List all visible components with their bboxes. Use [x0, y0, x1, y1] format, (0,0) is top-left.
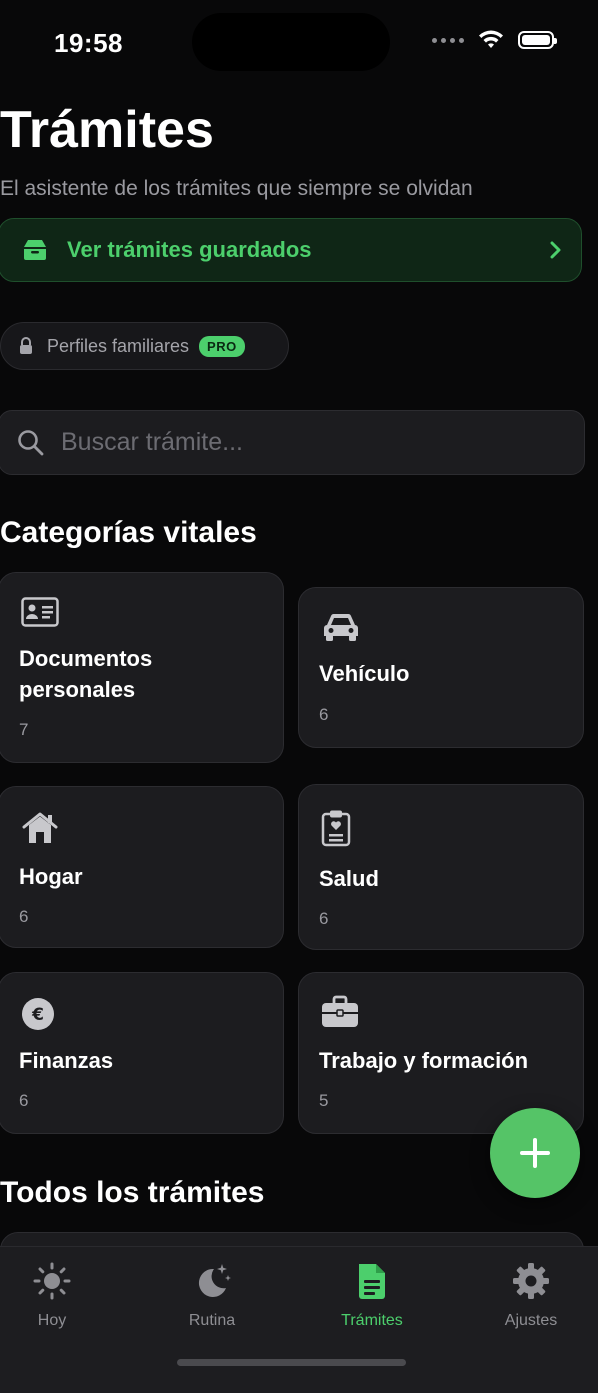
page-title: Trámites — [0, 101, 214, 159]
category-count: 5 — [319, 1091, 329, 1110]
category-name: Salud — [319, 866, 379, 891]
category-count: 7 — [19, 720, 29, 739]
lock-icon — [20, 337, 32, 354]
plus-icon — [520, 1138, 550, 1168]
tab-tramites[interactable]: Trámites — [312, 1261, 432, 1330]
battery-icon — [518, 31, 557, 49]
status-time: 19:58 — [54, 28, 123, 58]
status-icons — [432, 30, 557, 50]
tab-label: Hoy — [37, 1312, 67, 1329]
tab-rutina[interactable]: Rutina — [152, 1261, 272, 1330]
search-input[interactable] — [59, 427, 543, 458]
car-icon — [324, 613, 358, 641]
categories-title: Categorías vitales — [0, 516, 257, 549]
dynamic-island — [192, 13, 390, 71]
category-card-finanzas[interactable]: € Finanzas 6 — [0, 972, 284, 1134]
document-icon — [359, 1264, 385, 1299]
pro-badge: PRO — [199, 335, 245, 357]
tray-icon — [24, 240, 46, 260]
category-name: Documentos personales — [19, 646, 153, 702]
id-card-icon — [21, 597, 59, 627]
category-card-salud[interactable]: Salud 6 — [298, 784, 584, 950]
category-count: 6 — [19, 907, 29, 926]
saved-procedures-button[interactable]: Ver trámites guardados — [0, 218, 582, 282]
gear-icon — [513, 1263, 549, 1299]
tab-label: Trámites — [341, 1312, 403, 1329]
chevron-right-icon — [550, 241, 561, 259]
category-count: 6 — [19, 1091, 29, 1110]
family-profiles-button[interactable]: Perfiles familiares PRO — [0, 322, 289, 370]
moon-stars-icon — [198, 1264, 231, 1297]
category-name: Finanzas — [19, 1048, 114, 1073]
category-count: 6 — [319, 705, 329, 724]
tab-bar: Hoy Rutina Trámites Ajustes — [0, 1246, 598, 1393]
tab-ajustes[interactable]: Ajustes — [471, 1261, 591, 1330]
tab-label: Ajustes — [504, 1312, 558, 1329]
search-bar[interactable] — [0, 410, 585, 475]
clipboard-heart-icon — [321, 810, 351, 847]
family-profiles-label: Perfiles familiares — [47, 335, 190, 356]
category-count: 6 — [319, 909, 329, 928]
home-indicator — [177, 1359, 406, 1366]
category-card-vehiculo[interactable]: Vehículo 6 — [298, 587, 584, 748]
sun-icon — [33, 1262, 71, 1300]
category-name: Trabajo y formación — [319, 1048, 529, 1073]
tab-label: Rutina — [188, 1312, 236, 1329]
saved-procedures-label: Ver trámites guardados — [67, 237, 312, 262]
page-subtitle: El asistente de los trámites que siempre… — [0, 177, 473, 200]
category-name: Hogar — [19, 864, 83, 889]
category-card-documentos[interactable]: Documentos personales 7 — [0, 572, 284, 763]
wifi-icon — [479, 30, 503, 48]
house-icon — [22, 812, 58, 843]
briefcase-icon — [322, 995, 358, 1027]
euro-icon: € — [22, 998, 54, 1030]
all-procedures-title: Todos los trámites — [0, 1176, 265, 1209]
category-card-hogar[interactable]: Hogar 6 — [0, 786, 284, 948]
svg-text:€: € — [31, 1005, 44, 1025]
category-name: Vehículo — [319, 661, 410, 686]
add-procedure-button[interactable] — [490, 1108, 580, 1198]
search-icon — [18, 429, 44, 455]
tab-hoy[interactable]: Hoy — [0, 1261, 112, 1330]
signal-icon — [432, 37, 464, 43]
